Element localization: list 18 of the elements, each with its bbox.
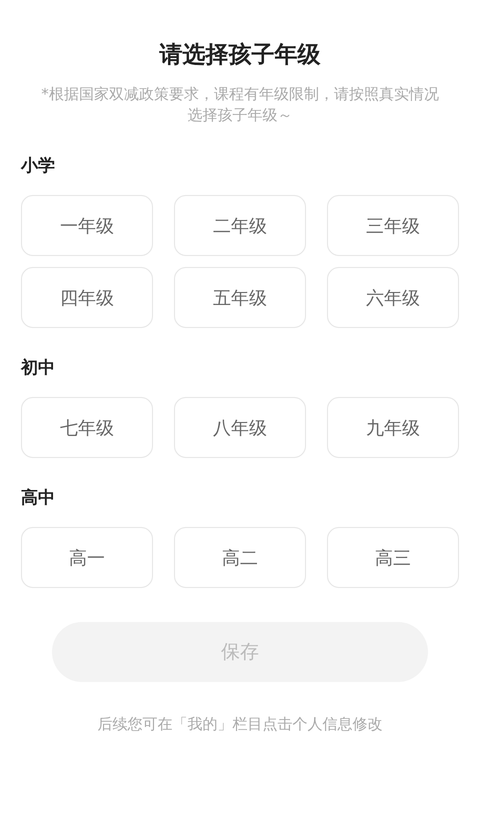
footer-hint: 后续您可在「我的」栏目点击个人信息修改 xyxy=(96,715,384,734)
policy-notice: *根据国家双减政策要求，课程有年级限制，请按照真实情况选择孩子年级～ xyxy=(41,84,439,126)
grade-option[interactable]: 八年级 xyxy=(174,397,306,458)
grade-option[interactable]: 高一 xyxy=(21,527,153,588)
grade-option[interactable]: 五年级 xyxy=(174,267,306,328)
section-label: 初中 xyxy=(21,357,56,380)
grade-option[interactable]: 二年级 xyxy=(174,195,306,256)
grade-option[interactable]: 七年级 xyxy=(21,397,153,458)
grade-option[interactable]: 九年级 xyxy=(327,397,459,458)
grade-option[interactable]: 高三 xyxy=(327,527,459,588)
grade-option[interactable]: 六年级 xyxy=(327,267,459,328)
grade-option[interactable]: 高二 xyxy=(174,527,306,588)
section-label: 小学 xyxy=(21,155,56,178)
grade-option[interactable]: 三年级 xyxy=(327,195,459,256)
section-label: 高中 xyxy=(21,487,56,510)
page-title: 请选择孩子年级 xyxy=(158,41,322,70)
grade-option[interactable]: 四年级 xyxy=(21,267,153,328)
grade-option[interactable]: 一年级 xyxy=(21,195,153,256)
